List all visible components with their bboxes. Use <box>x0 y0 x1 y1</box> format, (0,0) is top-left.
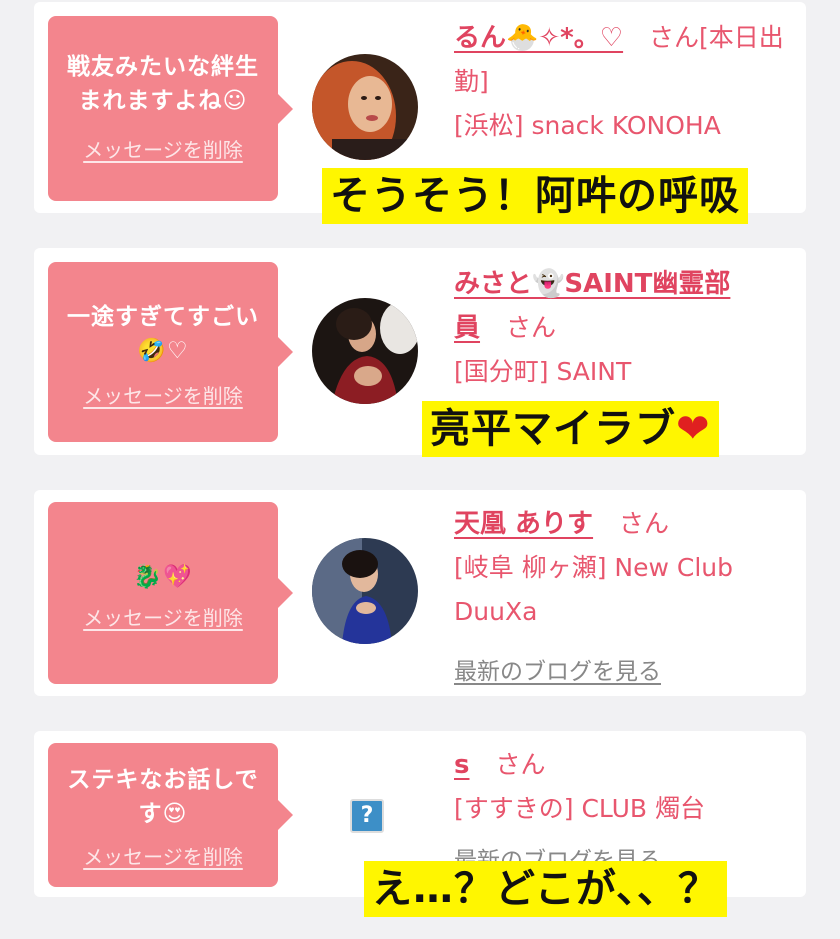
san-label: さん <box>495 750 546 779</box>
message-bubble: 一途すぎてすごい 🤣♡ メッセージを削除 <box>48 262 293 442</box>
cast-info: 天凰 ありす さん [岐阜 柳ヶ瀬] New Club DuuXa 最新のブログ… <box>454 502 799 686</box>
avatar[interactable] <box>312 54 418 160</box>
cast-info: るん🐣✧*。♡ さん[本日出 勤] [浜松] snack KONOHA <box>454 16 799 148</box>
caption-text: 亮平マイラブ <box>430 406 676 452</box>
heart-icon: ❤ <box>676 406 711 452</box>
message-card: 戦友みたいな絆生まれますよね☺ メッセージを削除 るん🐣✧*。♡ さん[本日出 … <box>34 2 806 224</box>
shift-status: 勤] <box>454 67 489 96</box>
cast-name-link[interactable]: みさと👻SAINT幽霊部 <box>454 269 730 299</box>
avatar[interactable] <box>312 538 418 644</box>
delete-message-link[interactable]: メッセージを削除 <box>83 602 243 631</box>
delete-message-link[interactable]: メッセージを削除 <box>83 134 243 163</box>
message-text: 一途すぎてすごい <box>67 304 259 330</box>
message-card: 🐉💖 メッセージを削除 天凰 ありす さん [岐阜 柳ヶ瀬] New Club … <box>34 490 806 696</box>
san-label: さん <box>505 313 556 342</box>
message-text-emoji: 🤣♡ <box>137 338 189 364</box>
delete-message-link[interactable]: メッセージを削除 <box>83 841 243 870</box>
message-text: ステキなお話しで <box>67 767 259 793</box>
cast-info: みさと👻SAINT幽霊部 員 さん [国分町] SAINT <box>454 262 799 394</box>
message-text: 戦友みたいな絆生まれますよね☺ <box>67 54 259 114</box>
message-text: 🐉💖 <box>133 564 193 590</box>
delete-message-link[interactable]: メッセージを削除 <box>83 380 243 409</box>
caption-overlay: 亮平マイラブ❤ <box>422 401 719 457</box>
caption-overlay: そうそう！阿吽の呼吸 <box>322 168 748 224</box>
avatar[interactable]: ? <box>312 765 418 871</box>
shop-location: [すすきの] CLUB 燭台 <box>454 794 705 823</box>
cast-name-link[interactable]: るん🐣✧*。♡ <box>454 23 623 53</box>
placeholder-glyph: ? <box>360 803 374 828</box>
cast-name-link[interactable]: s <box>454 750 469 780</box>
message-bubble: ステキなお話しで す😍 メッセージを削除 <box>48 743 293 887</box>
broken-image-icon: ? <box>350 799 384 833</box>
caption-overlay: え…？どこが、、？ <box>364 861 727 917</box>
latest-blog-link[interactable]: 最新のブログを見る <box>454 652 799 686</box>
message-card: ステキなお話しで す😍 メッセージを削除 ? s さん [すすきの] CLUB … <box>34 731 806 917</box>
message-card: 一途すぎてすごい 🤣♡ メッセージを削除 みさと👻SAINT幽霊部 員 さん [… <box>34 248 806 457</box>
cast-info: s さん [すすきの] CLUB 燭台 最新のブログを見る <box>454 743 799 875</box>
shop-location: [浜松] snack KONOHA <box>454 111 721 140</box>
shop-location: [岐阜 柳ヶ瀬] New Club <box>454 553 733 582</box>
message-text-cont: す😍 <box>138 801 188 827</box>
san-label: さん[本日出 <box>649 23 784 52</box>
san-label: さん <box>619 509 670 538</box>
message-bubble: 🐉💖 メッセージを削除 <box>48 502 293 684</box>
shop-location: [国分町] SAINT <box>454 357 632 386</box>
cast-name-link-cont[interactable]: 員 <box>454 313 480 343</box>
avatar[interactable] <box>312 298 418 404</box>
shop-location-cont: DuuXa <box>454 597 538 626</box>
cast-name-link[interactable]: 天凰 ありす <box>454 509 593 539</box>
message-bubble: 戦友みたいな絆生まれますよね☺ メッセージを削除 <box>48 16 293 201</box>
